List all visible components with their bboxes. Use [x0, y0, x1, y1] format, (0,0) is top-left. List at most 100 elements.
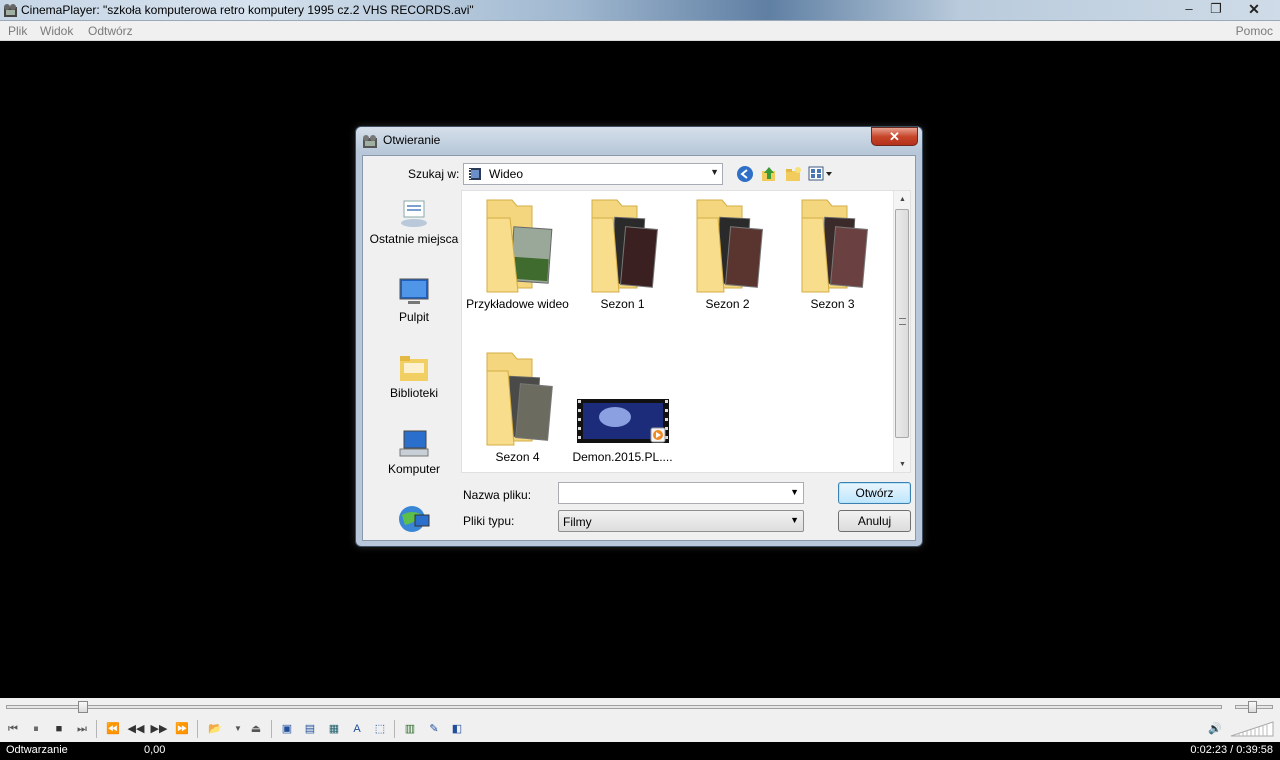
playback-time: 0:02:23 / 0:39:58	[1190, 744, 1273, 756]
file-item-sezon-4[interactable]: Sezon 4	[465, 351, 570, 464]
file-name: Demon.2015.PL....	[572, 450, 673, 464]
video-library-icon	[469, 168, 481, 180]
file-name-label: Nazwa pliku:	[463, 488, 532, 502]
view-menu-icon[interactable]	[808, 165, 834, 183]
places-bar: Ostatnie miejsca Pulpit Biblioteki Kompu…	[369, 193, 459, 533]
dialog-body: Szukaj w: Wideo ▼ Ostatnie miejsca Pulpi…	[362, 155, 916, 541]
playback-rate: 0,00	[144, 744, 166, 756]
file-list-view[interactable]: Przykładowe wideo Sezon 1 Sezon 2 Sezon …	[461, 190, 911, 473]
network-icon	[399, 506, 430, 532]
toolbar-divider	[197, 720, 198, 738]
place-computer[interactable]: Komputer	[369, 429, 459, 476]
cancel-button[interactable]: Anuluj	[838, 510, 911, 532]
toolbar-divider	[394, 720, 395, 738]
file-item-sezon-2[interactable]: Sezon 2	[675, 198, 780, 311]
file-item-przykladowe-wideo[interactable]: Przykładowe wideo	[465, 198, 570, 311]
fast-forward-icon[interactable]: ▶▶	[150, 720, 168, 738]
folder-icon	[591, 199, 658, 293]
minimize-button[interactable]: ‒	[1176, 0, 1202, 19]
scroll-down-arrow-icon[interactable]: ▼	[899, 461, 906, 468]
cinemaplayer-app-icon	[4, 4, 17, 17]
place-label-libraries: Biblioteki	[389, 386, 439, 400]
file-name-input[interactable]: ▼	[558, 482, 804, 504]
scrollbar-thumb[interactable]	[895, 209, 909, 438]
place-label-desktop: Pulpit	[398, 310, 430, 324]
settings-icon[interactable]: ◧	[448, 720, 466, 738]
scroll-up-arrow-icon[interactable]: ▲	[899, 196, 906, 203]
new-folder-icon[interactable]	[784, 165, 802, 183]
file-type-value: Filmy	[563, 515, 592, 529]
open-file-dialog: Otwieranie ✕ Szukaj w: Wideo ▼ Ostatnie …	[355, 126, 923, 547]
file-item-demon-video[interactable]: Demon.2015.PL....	[570, 351, 675, 464]
speaker-icon[interactable]: 🔊	[1206, 720, 1224, 738]
folder-icon	[801, 199, 868, 293]
screenshot-icon[interactable]: ▦	[325, 720, 343, 738]
menu-bar: Plik Widok Odtwórz Pomoc	[0, 21, 1280, 41]
place-network[interactable]	[369, 503, 459, 533]
maximize-button[interactable]: ❐	[1203, 0, 1229, 19]
dialog-title: Otwieranie	[383, 133, 441, 147]
file-name: Sezon 2	[705, 297, 750, 311]
libraries-icon	[400, 356, 428, 381]
edit-icon[interactable]: ✎	[425, 720, 443, 738]
folder-icon	[486, 199, 552, 293]
place-libraries[interactable]: Biblioteki	[369, 353, 459, 400]
folder-icon	[696, 199, 763, 293]
aspect-ratio-icon[interactable]: ⬚	[371, 720, 389, 738]
balance-thumb[interactable]	[1248, 701, 1257, 713]
previous-icon[interactable]: ⏮	[4, 720, 22, 738]
place-recent[interactable]: Ostatnie miejsca	[369, 199, 459, 246]
file-name: Przykładowe wideo	[466, 297, 569, 311]
playlist-icon[interactable]: ▥	[401, 720, 419, 738]
chevron-down-icon: ▼	[710, 167, 719, 177]
menu-help[interactable]: Pomoc	[1236, 24, 1273, 38]
chevron-down-icon[interactable]: ▼	[790, 487, 799, 497]
up-folder-icon[interactable]	[760, 165, 778, 183]
grip-icon	[899, 318, 906, 325]
dialog-close-button[interactable]: ✕	[871, 127, 918, 146]
back-arrow-icon[interactable]	[736, 165, 754, 183]
skip-back-icon[interactable]: ⏪	[104, 720, 122, 738]
fullscreen-icon[interactable]: ▣	[278, 720, 296, 738]
subtitles-icon[interactable]: A	[348, 720, 366, 738]
file-list-scrollbar[interactable]: ▲ ▼	[893, 191, 910, 472]
file-type-select[interactable]: Filmy ▼	[558, 510, 804, 532]
place-desktop[interactable]: Pulpit	[369, 277, 459, 324]
eject-icon[interactable]: ⏏	[247, 720, 265, 738]
folder-icon	[486, 352, 553, 446]
toolbar-divider	[271, 720, 272, 738]
pause-icon[interactable]: ⏸	[27, 720, 45, 738]
file-name: Sezon 1	[600, 297, 645, 311]
open-folder-icon[interactable]: 📂	[206, 720, 224, 738]
window-title: CinemaPlayer: "szkoła komputerowa retro …	[21, 3, 474, 17]
computer-icon	[399, 430, 429, 457]
look-in-label: Szukaj w:	[408, 167, 460, 181]
menu-play[interactable]: Odtwórz	[88, 24, 133, 38]
place-label-computer: Komputer	[387, 462, 441, 476]
look-in-value: Wideo	[489, 167, 524, 181]
seek-thumb[interactable]	[78, 701, 88, 713]
look-in-dropdown[interactable]: Wideo ▼	[463, 163, 723, 185]
menu-view[interactable]: Widok	[40, 24, 73, 38]
file-item-sezon-3[interactable]: Sezon 3	[780, 198, 885, 311]
file-item-sezon-1[interactable]: Sezon 1	[570, 198, 675, 311]
desktop-icon	[399, 278, 429, 304]
next-icon[interactable]: ⏭	[73, 720, 91, 738]
status-bar: Odtwarzanie 0,00 0:02:23 / 0:39:58	[0, 742, 1280, 760]
place-label-recent: Ostatnie miejsca	[369, 232, 459, 246]
chevron-down-icon[interactable]: ▼	[229, 720, 247, 738]
seek-track[interactable]	[6, 705, 1222, 709]
rewind-icon[interactable]: ◀◀	[127, 720, 145, 738]
playback-status: Odtwarzanie	[6, 744, 68, 756]
cinemaplayer-dialog-icon	[363, 135, 377, 148]
seek-bar	[0, 698, 1280, 716]
file-type-label: Pliki typu:	[463, 514, 515, 528]
menu-file[interactable]: Plik	[8, 24, 27, 38]
volume-slider[interactable]	[1229, 721, 1275, 737]
skip-forward-icon[interactable]: ⏩	[173, 720, 191, 738]
close-window-button[interactable]: ✕	[1232, 0, 1276, 19]
open-button[interactable]: Otwórz	[838, 482, 911, 504]
file-name: Sezon 3	[810, 297, 855, 311]
stop-icon[interactable]: ■	[50, 720, 68, 738]
window-mode-icon[interactable]: ▤	[301, 720, 319, 738]
